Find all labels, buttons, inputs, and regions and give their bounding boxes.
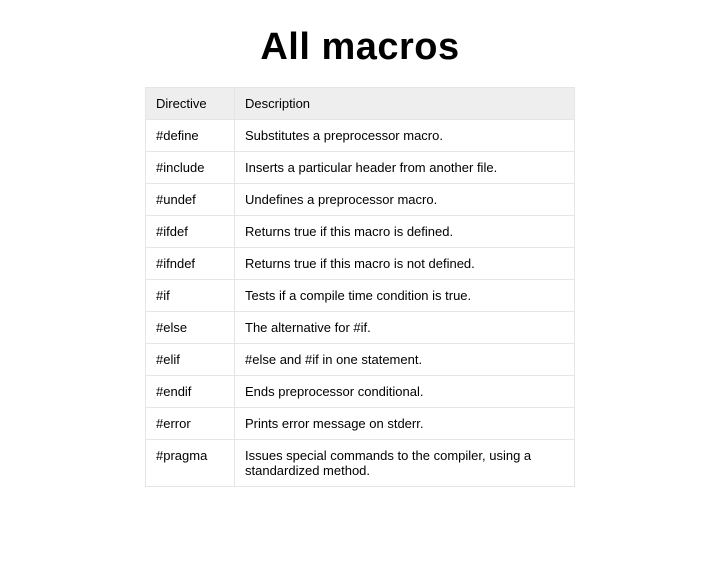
cell-description: Ends preprocessor conditional. xyxy=(235,376,575,408)
cell-description: Undefines a preprocessor macro. xyxy=(235,184,575,216)
table-row: #endif Ends preprocessor conditional. xyxy=(146,376,575,408)
cell-directive: #include xyxy=(146,152,235,184)
cell-description: Substitutes a preprocessor macro. xyxy=(235,120,575,152)
table-row: #ifndef Returns true if this macro is no… xyxy=(146,248,575,280)
cell-directive: #else xyxy=(146,312,235,344)
cell-directive: #error xyxy=(146,408,235,440)
cell-description: The alternative for #if. xyxy=(235,312,575,344)
col-header-description: Description xyxy=(235,88,575,120)
cell-description: Prints error message on stderr. xyxy=(235,408,575,440)
cell-description: Tests if a compile time condition is tru… xyxy=(235,280,575,312)
cell-directive: #if xyxy=(146,280,235,312)
table-row: #if Tests if a compile time condition is… xyxy=(146,280,575,312)
cell-directive: #pragma xyxy=(146,440,235,487)
table-row: #define Substitutes a preprocessor macro… xyxy=(146,120,575,152)
cell-directive: #ifdef xyxy=(146,216,235,248)
cell-directive: #define xyxy=(146,120,235,152)
cell-directive: #ifndef xyxy=(146,248,235,280)
cell-directive: #undef xyxy=(146,184,235,216)
cell-directive: #elif xyxy=(146,344,235,376)
cell-description: #else and #if in one statement. xyxy=(235,344,575,376)
table-header-row: Directive Description xyxy=(146,88,575,120)
table-row: #include Inserts a particular header fro… xyxy=(146,152,575,184)
table-row: #elif #else and #if in one statement. xyxy=(146,344,575,376)
page-title: All macros xyxy=(0,26,720,69)
cell-description: Returns true if this macro is defined. xyxy=(235,216,575,248)
table-row: #pragma Issues special commands to the c… xyxy=(146,440,575,487)
table-row: #error Prints error message on stderr. xyxy=(146,408,575,440)
cell-description: Inserts a particular header from another… xyxy=(235,152,575,184)
table-row: #else The alternative for #if. xyxy=(146,312,575,344)
table-row: #undef Undefines a preprocessor macro. xyxy=(146,184,575,216)
cell-description: Returns true if this macro is not define… xyxy=(235,248,575,280)
cell-directive: #endif xyxy=(146,376,235,408)
table-row: #ifdef Returns true if this macro is def… xyxy=(146,216,575,248)
macros-table: Directive Description #define Substitute… xyxy=(145,87,575,487)
cell-description: Issues special commands to the compiler,… xyxy=(235,440,575,487)
col-header-directive: Directive xyxy=(146,88,235,120)
